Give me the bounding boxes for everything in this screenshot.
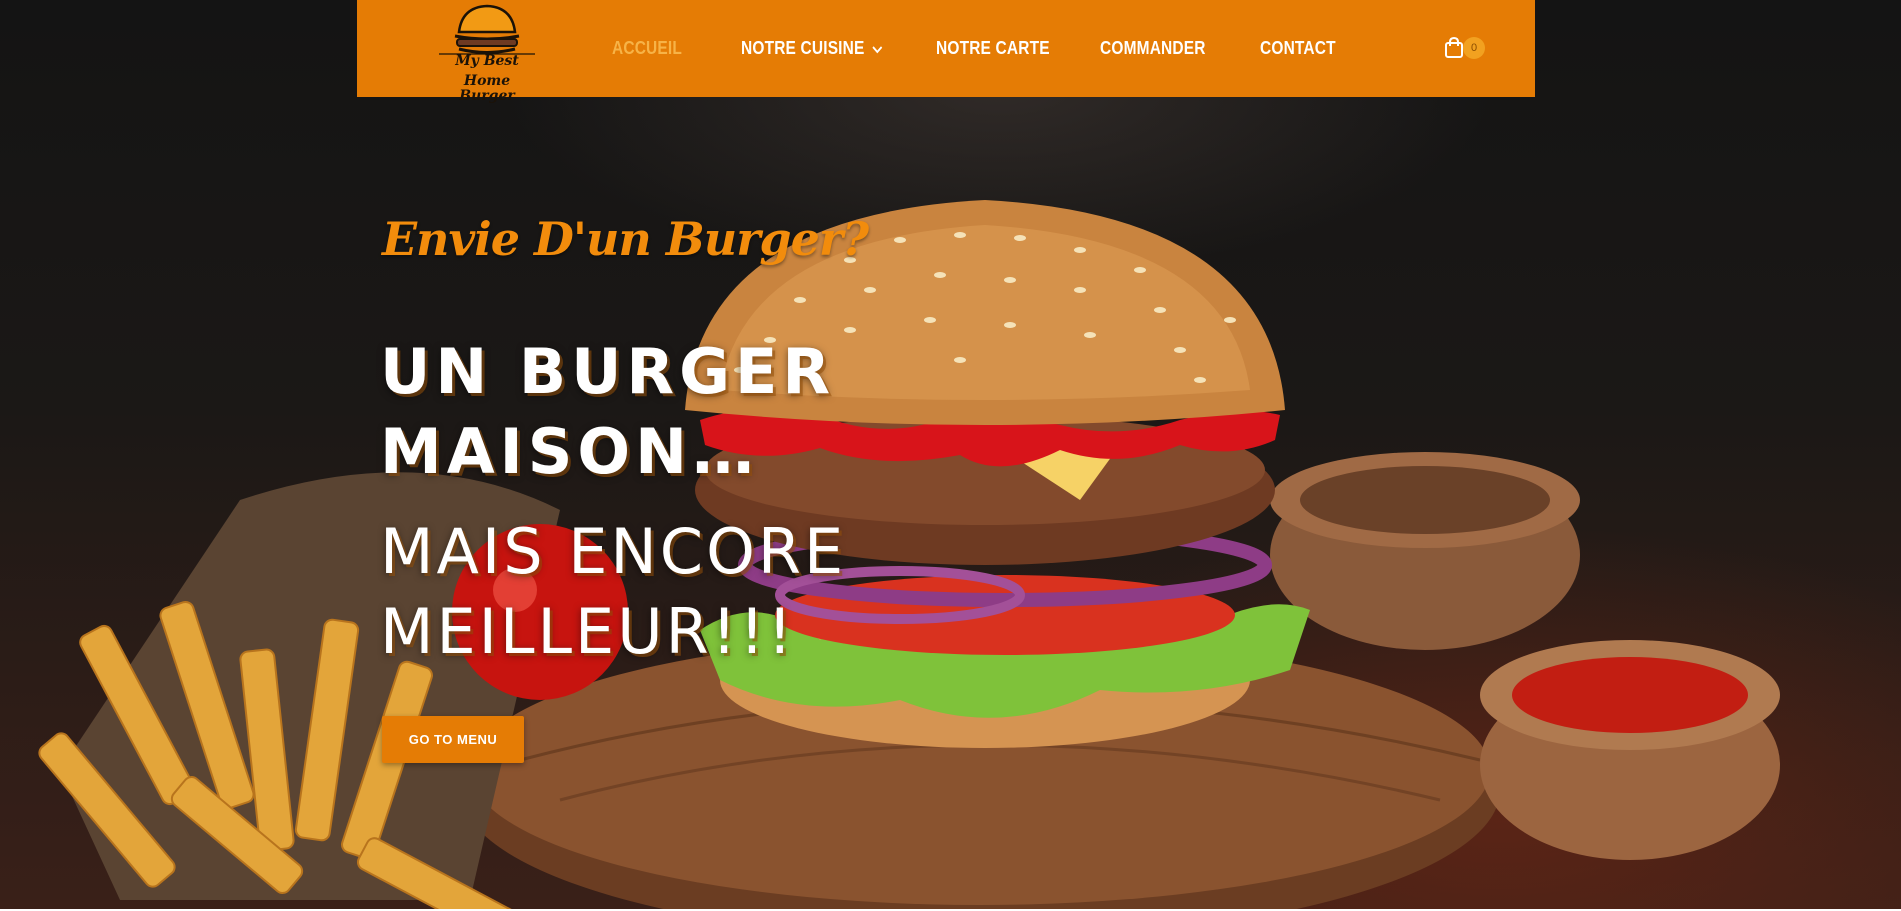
hero-subheadline-line2: MEILLEUR!!! bbox=[380, 595, 796, 668]
nav-item-contact[interactable]: CONTACT bbox=[1260, 34, 1336, 62]
logo-text-line1: My Best bbox=[455, 53, 519, 69]
nav-item-notre-cuisine-label: NOTRE CUISINE bbox=[741, 38, 865, 58]
top-navigation-bar: My Best Home Burger ACCUEIL NOTRE CUISIN… bbox=[357, 0, 1535, 104]
go-to-menu-button[interactable]: GO TO MENU bbox=[382, 716, 524, 763]
burger-logo-icon bbox=[439, 4, 535, 55]
hero-background bbox=[0, 0, 1901, 911]
cart-count-badge: 0 bbox=[1463, 37, 1485, 59]
nav-item-notre-carte[interactable]: NOTRE CARTE bbox=[936, 34, 1050, 62]
chevron-down-icon bbox=[872, 46, 882, 54]
hero-headline-line2: MAISON… bbox=[380, 415, 759, 488]
hero-tagline: Envie D'un Burger? bbox=[382, 212, 869, 266]
logo-text-line2: Home Burger bbox=[459, 73, 515, 104]
nav-item-accueil[interactable]: ACCUEIL bbox=[612, 34, 682, 62]
hero-headline-line1: UN BURGER bbox=[380, 335, 836, 408]
site-logo[interactable]: My Best Home Burger bbox=[437, 2, 537, 104]
hero-subheadline-line1: MAIS ENCORE bbox=[380, 515, 847, 588]
nav-item-notre-cuisine[interactable]: NOTRE CUISINE bbox=[741, 34, 883, 62]
burger-photo bbox=[38, 200, 1780, 911]
nav-item-commander[interactable]: COMMANDER bbox=[1100, 34, 1206, 62]
